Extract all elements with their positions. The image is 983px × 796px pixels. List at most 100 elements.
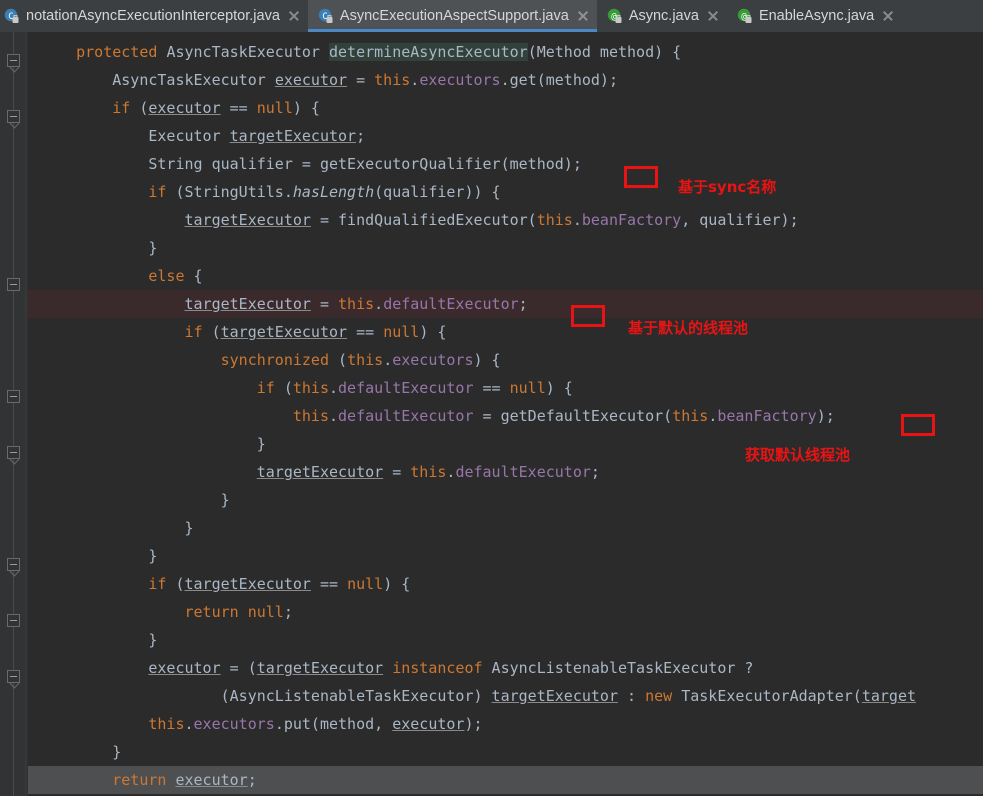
- code-token: ) {: [293, 99, 320, 117]
- code-token: [40, 575, 148, 593]
- code-line[interactable]: if (StringUtils.hasLength(qualifier)) {: [28, 178, 983, 206]
- annotation-box: [901, 414, 935, 436]
- close-icon[interactable]: [288, 10, 300, 22]
- code-token: (qualifier)) {: [374, 183, 500, 201]
- code-line[interactable]: AsyncTaskExecutor executor = this.execut…: [28, 66, 983, 94]
- code-line[interactable]: String qualifier = getExecutorQualifier(…: [28, 150, 983, 178]
- code-token: if: [148, 183, 166, 201]
- editor-tab[interactable]: CAsyncExecutionAspectSupport.java: [308, 0, 597, 32]
- code-editor-area[interactable]: @Nullable protected AsyncTaskExecutor de…: [28, 32, 983, 796]
- code-token: ;: [248, 771, 257, 789]
- editor-tab[interactable]: @EnableAsync.java: [727, 0, 902, 32]
- code-token: [40, 71, 112, 89]
- annotation-label: 基于sync名称: [678, 176, 776, 197]
- java-annotation-icon: @: [607, 8, 623, 24]
- code-line[interactable]: if (executor == null) {: [28, 94, 983, 122]
- code-line[interactable]: synchronized (this.executors) {: [28, 346, 983, 374]
- code-token: );: [817, 407, 835, 425]
- code-line[interactable]: }: [28, 626, 983, 654]
- code-line[interactable]: if (this.defaultExecutor == null) {: [28, 374, 983, 402]
- code-token: [40, 211, 185, 229]
- code-fold-marker[interactable]: [7, 670, 20, 683]
- code-token: executor: [175, 771, 247, 789]
- code-fold-marker[interactable]: [7, 446, 20, 459]
- code-token: [40, 127, 148, 145]
- code-token: defaultExecutor: [338, 379, 473, 397]
- code-token: }: [40, 519, 194, 537]
- code-line[interactable]: this.defaultExecutor = getDefaultExecuto…: [28, 402, 983, 430]
- code-token: {: [185, 267, 203, 285]
- source-code[interactable]: @Nullable protected AsyncTaskExecutor de…: [28, 32, 983, 794]
- editor-tab[interactable]: CnotationAsyncExecutionInterceptor.java: [0, 0, 308, 32]
- editor-gutter[interactable]: [0, 32, 28, 796]
- code-line[interactable]: Executor targetExecutor;: [28, 122, 983, 150]
- code-line[interactable]: this.executors.put(method, executor);: [28, 710, 983, 738]
- close-icon[interactable]: [577, 10, 589, 22]
- code-token: [320, 43, 329, 61]
- code-line[interactable]: }: [28, 234, 983, 262]
- code-line[interactable]: (AsyncListenableTaskExecutor) targetExec…: [28, 682, 983, 710]
- code-fold-marker[interactable]: [7, 278, 20, 291]
- code-token: ;: [519, 295, 528, 313]
- close-icon[interactable]: [707, 10, 719, 22]
- close-icon[interactable]: [882, 10, 894, 22]
- editor-tab-bar: CnotationAsyncExecutionInterceptor.javaC…: [0, 0, 983, 33]
- java-class-icon: C: [318, 8, 334, 24]
- code-line[interactable]: targetExecutor = this.defaultExecutor;: [28, 290, 983, 318]
- code-token: null: [347, 575, 383, 593]
- code-token: .: [410, 71, 419, 89]
- code-line[interactable]: return executor;: [28, 766, 983, 794]
- code-token: new: [645, 687, 672, 705]
- code-token: executors: [194, 715, 275, 733]
- code-line[interactable]: if (targetExecutor == null) {: [28, 570, 983, 598]
- code-line[interactable]: targetExecutor = findQualifiedExecutor(t…: [28, 206, 983, 234]
- code-token: [40, 295, 185, 313]
- code-token: [40, 32, 76, 33]
- code-token: this: [347, 351, 383, 369]
- gutter-guide-line-secondary: [25, 32, 26, 796]
- code-token: targetExecutor: [185, 295, 311, 313]
- code-token: .: [573, 211, 582, 229]
- code-line[interactable]: }: [28, 738, 983, 766]
- code-fold-marker[interactable]: [7, 390, 20, 403]
- annotation-box: [571, 305, 605, 327]
- code-fold-marker[interactable]: [7, 558, 20, 571]
- code-token: [40, 43, 76, 61]
- code-token: = (: [221, 659, 257, 677]
- code-token: targetExecutor: [221, 323, 347, 341]
- code-token: if: [148, 575, 166, 593]
- code-token: method) {: [591, 43, 681, 61]
- code-token: .: [329, 407, 338, 425]
- code-token: executor: [148, 99, 220, 117]
- code-line[interactable]: }: [28, 514, 983, 542]
- code-token: [40, 267, 148, 285]
- code-line[interactable]: }: [28, 486, 983, 514]
- code-fold-marker[interactable]: [7, 54, 20, 67]
- code-line[interactable]: executor = (targetExecutor instanceof As…: [28, 654, 983, 682]
- code-token: [40, 99, 112, 117]
- code-token: (StringUtils.: [166, 183, 292, 201]
- code-line[interactable]: }: [28, 542, 983, 570]
- code-token: ) {: [419, 323, 446, 341]
- code-token: this: [148, 715, 184, 733]
- code-line[interactable]: protected AsyncTaskExecutor determineAsy…: [28, 38, 983, 66]
- code-fold-marker[interactable]: [7, 110, 20, 123]
- code-token: }: [40, 435, 266, 453]
- code-token: defaultExecutor: [455, 463, 590, 481]
- code-token: );: [464, 715, 482, 733]
- code-token: ==: [221, 99, 257, 117]
- code-line[interactable]: else {: [28, 262, 983, 290]
- code-fold-marker[interactable]: [7, 614, 20, 627]
- code-token: @Nullable: [76, 32, 157, 33]
- code-token: executor: [392, 715, 464, 733]
- editor-tab[interactable]: @Async.java: [597, 0, 727, 32]
- code-token: (: [166, 575, 184, 593]
- code-token: [40, 463, 257, 481]
- code-token: .: [185, 715, 194, 733]
- code-token: targetExecutor: [257, 463, 383, 481]
- code-token: [239, 603, 248, 621]
- code-line[interactable]: return null;: [28, 598, 983, 626]
- code-line[interactable]: if (targetExecutor == null) {: [28, 318, 983, 346]
- code-token: [40, 379, 257, 397]
- code-token: targetExecutor: [257, 659, 383, 677]
